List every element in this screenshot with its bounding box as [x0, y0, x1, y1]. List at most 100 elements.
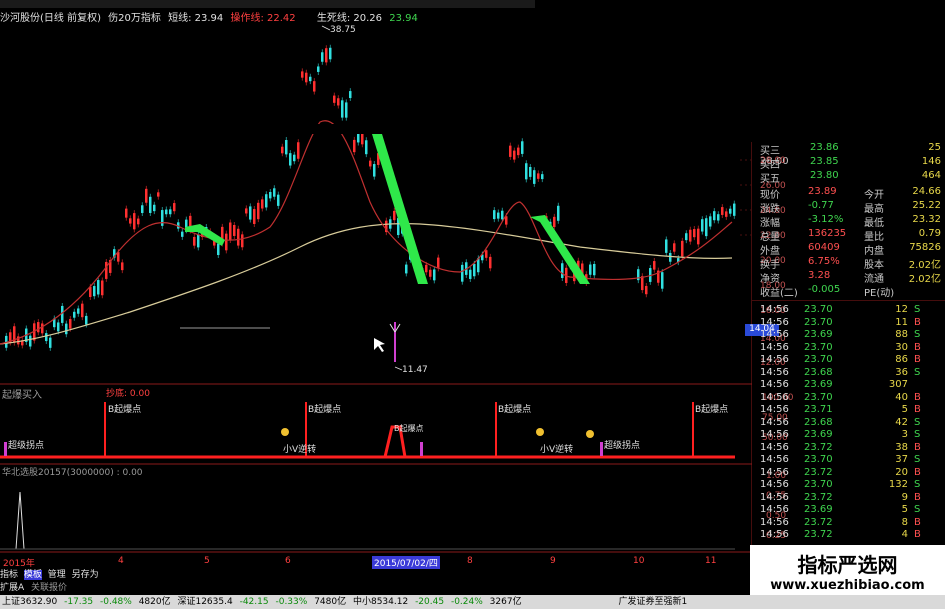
tick-side: S	[914, 479, 921, 490]
stat-value: 23.32	[912, 214, 941, 225]
candlesticks	[5, 44, 736, 351]
indicator1-title: 起爆买入	[2, 390, 42, 401]
stat-value: 60409	[808, 242, 840, 253]
tick-price: 23.70	[804, 454, 833, 465]
stat-value: -0.005	[808, 284, 841, 295]
tick-row: 14:56 23.72 8 B	[752, 517, 945, 530]
stat-value: 136235	[808, 228, 847, 239]
tick-volume: 5	[901, 404, 908, 415]
low-marker: 11.47	[402, 365, 428, 375]
tick-volume: 5	[901, 504, 908, 515]
tick-volume: 8	[901, 516, 908, 528]
tick-row: 14:56 23.71 5 B	[752, 404, 945, 417]
time-tick: 10	[633, 556, 645, 566]
sh-change: -17.35	[64, 597, 94, 607]
sz-index: 深证12635.4	[177, 597, 233, 607]
quote-stat-row: 外盘 60409 内盘 75826	[752, 242, 945, 257]
super-turn-label: 超级拐点	[8, 441, 45, 451]
zx-pct: -0.24%	[450, 597, 483, 607]
tick-volume: 20	[895, 466, 908, 478]
quote-stat-row: 总量 136235 量比 0.79	[752, 228, 945, 243]
sz-change: -42.15	[239, 597, 269, 607]
stat-value: 0.79	[918, 228, 941, 239]
tick-time: 14:56	[760, 529, 789, 540]
watermark-url: www.xuezhibiao.com	[770, 578, 925, 593]
tick-side: B	[914, 529, 921, 540]
sh-pct: -0.48%	[99, 597, 132, 607]
tick-side: B	[914, 354, 921, 365]
broker-name: 广发证券至强新1	[618, 597, 688, 607]
tick-price: 23.70	[804, 304, 833, 315]
stat-label: 最高	[864, 204, 884, 215]
tick-volume: 3	[901, 429, 908, 440]
tick-side: S	[914, 504, 921, 515]
tick-row: 14:56 23.69 307	[752, 379, 945, 392]
b-point-label: B起爆点	[308, 405, 342, 415]
time-tick: 5	[204, 556, 210, 566]
tick-price: 23.69	[804, 429, 833, 440]
quote-stat-row: 收益(二) -0.005 PE(动)	[752, 284, 945, 299]
stat-label: 内盘	[864, 246, 884, 257]
buy-level-price: 23.86	[810, 142, 839, 153]
tick-side: B	[914, 404, 921, 415]
stat-label: 总量	[760, 232, 780, 243]
tick-price: 23.69	[804, 504, 833, 515]
buy-level-row: 买五 23.80 464	[752, 170, 945, 185]
zx-index: 中小8534.12	[352, 597, 409, 607]
tab-manage[interactable]: 管理	[48, 570, 66, 580]
v-reverse-label: 小V逆转	[540, 445, 574, 455]
tick-row: 14:56 23.70 132 S	[752, 479, 945, 492]
tick-row: 14:56 23.69 3 S	[752, 429, 945, 442]
tick-row: 14:56 23.68 36 S	[752, 367, 945, 380]
tab-template[interactable]: 模板	[23, 570, 42, 580]
tick-price: 23.70	[804, 391, 833, 403]
tick-row: 14:56 23.68 42 S	[752, 417, 945, 430]
zx-amount: 3267亿	[489, 597, 522, 607]
tick-price: 23.70	[804, 479, 833, 490]
zx-change: -20.45	[415, 597, 445, 607]
sh-index: 上证3632.90	[2, 597, 58, 607]
tick-volume: 88	[895, 329, 908, 340]
time-tick: 9	[550, 556, 556, 566]
chart-title-row: 沙河股份(日线 前复权) 伤20万指标 短线: 23.94 操作线: 22.42…	[0, 9, 422, 24]
tick-volume: 307	[888, 379, 908, 390]
quote-stat-row: 涨跌 -0.77 最高 25.22	[752, 200, 945, 215]
ma-long-line	[0, 223, 733, 345]
tick-price: 23.69	[804, 379, 833, 390]
tab-indicator[interactable]: 指标	[0, 570, 18, 580]
tick-price: 23.71	[804, 404, 833, 415]
mouse-cursor-icon	[374, 338, 385, 352]
tick-volume: 11	[895, 316, 908, 328]
tick-volume: 86	[895, 354, 908, 365]
stat-label: 涨幅	[760, 218, 780, 229]
stat-label: 收益(二)	[760, 288, 798, 299]
indicator2-title: 华北选股20157(3000000) : 0.00	[2, 468, 143, 478]
stat-label: 净资	[760, 274, 780, 285]
stat-label: 换手	[760, 260, 780, 271]
tab-ext-a[interactable]: 扩展A	[0, 583, 24, 593]
stat-label: PE(动)	[864, 288, 895, 299]
quote-stat-row: 净资 3.28 流通 2.02亿	[752, 270, 945, 285]
tick-volume: 4	[901, 529, 908, 540]
stat-value: 24.66	[912, 186, 941, 197]
buy-level-volume: 146	[921, 156, 941, 167]
tick-volume: 36	[895, 366, 908, 378]
tick-price: 23.72	[804, 466, 833, 478]
main-chart[interactable]: 38.75 11.47	[0, 22, 752, 567]
tick-time: 14:56	[760, 416, 789, 428]
tick-side: B	[914, 516, 921, 528]
top-toolbar[interactable]	[0, 0, 535, 8]
tab-related-quote[interactable]: 关联报价	[31, 583, 67, 593]
stat-value: 75826	[909, 242, 941, 253]
tick-row: 14:56 23.72 4 B	[752, 529, 945, 542]
stat-value: 6.75%	[808, 256, 840, 267]
super-turn-label: 超级拐点	[604, 441, 641, 451]
tick-price: 23.70	[804, 341, 833, 353]
watermark: 指标严选网 www.xuezhibiao.com	[750, 545, 945, 597]
tab-save-as[interactable]: 另存为	[72, 570, 99, 580]
status-bar: 上证3632.90 -17.35 -0.48% 4820亿 深证12635.4 …	[0, 595, 945, 609]
tick-row: 14:56 23.69 88 S	[752, 329, 945, 342]
tick-time: 14:56	[760, 479, 789, 490]
quote-stat-row: 现价 23.89 今开 24.66	[752, 186, 945, 201]
tick-time: 14:56	[760, 304, 789, 315]
